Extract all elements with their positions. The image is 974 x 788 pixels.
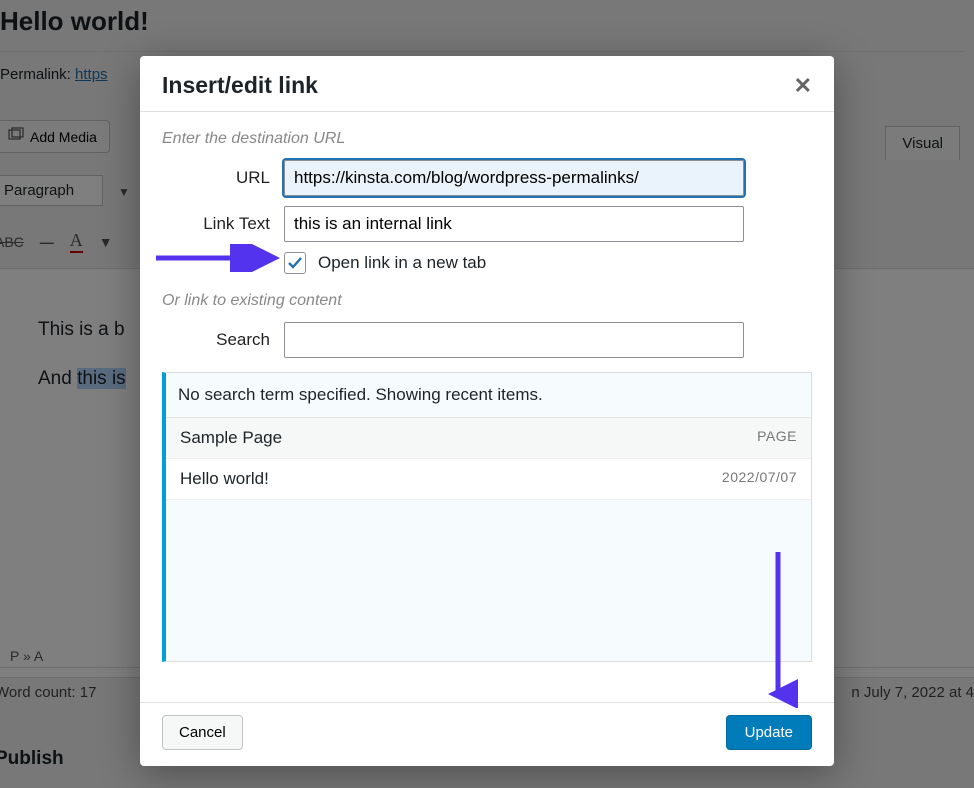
result-meta: PAGE bbox=[757, 428, 797, 448]
modal-title: Insert/edit link bbox=[162, 72, 318, 99]
permalink-url[interactable]: https bbox=[75, 66, 108, 83]
link-text-label: Link Text bbox=[162, 214, 270, 234]
close-icon[interactable]: ✕ bbox=[794, 73, 812, 99]
search-label: Search bbox=[162, 330, 270, 350]
result-title: Hello world! bbox=[180, 469, 269, 489]
add-media-button[interactable]: Add Media bbox=[0, 120, 110, 153]
result-title: Sample Page bbox=[180, 428, 282, 448]
cancel-button[interactable]: Cancel bbox=[162, 715, 243, 750]
results-panel: No search term specified. Showing recent… bbox=[162, 372, 812, 662]
editor-text-line: This is a b bbox=[38, 319, 125, 340]
update-button[interactable]: Update bbox=[726, 715, 812, 750]
text-color-icon[interactable]: A bbox=[70, 230, 83, 253]
new-tab-label: Open link in a new tab bbox=[318, 253, 486, 273]
url-label: URL bbox=[162, 168, 270, 188]
result-meta: 2022/07/07 bbox=[722, 469, 797, 489]
url-input[interactable] bbox=[284, 160, 744, 196]
result-item[interactable]: Hello world! 2022/07/07 bbox=[166, 459, 811, 500]
results-message: No search term specified. Showing recent… bbox=[166, 373, 811, 418]
editor-toolbar-row2: ABC — A ▼ bbox=[0, 230, 113, 253]
editor-tabs: Visual bbox=[885, 126, 960, 160]
last-edited: n July 7, 2022 at 4 bbox=[851, 684, 974, 701]
result-item[interactable]: Sample Page PAGE bbox=[166, 418, 811, 459]
chevron-down-icon: ▼ bbox=[118, 185, 130, 199]
media-icon bbox=[8, 127, 24, 146]
hint-destination: Enter the destination URL bbox=[162, 130, 812, 148]
chevron-down-icon[interactable]: ▼ bbox=[99, 234, 113, 250]
link-text-input[interactable] bbox=[284, 206, 744, 242]
hr-icon[interactable]: — bbox=[40, 234, 54, 250]
insert-link-modal: Insert/edit link ✕ Enter the destination… bbox=[140, 56, 834, 766]
publish-heading: Publish bbox=[0, 748, 64, 770]
tab-visual[interactable]: Visual bbox=[885, 126, 960, 160]
hint-existing: Or link to existing content bbox=[162, 292, 812, 310]
selected-text: this is bbox=[77, 368, 126, 389]
block-format-select[interactable]: Paragraph bbox=[0, 175, 103, 206]
word-count: Word count: 17 bbox=[0, 684, 96, 701]
search-input[interactable] bbox=[284, 322, 744, 358]
strike-icon[interactable]: ABC bbox=[0, 234, 24, 250]
permalink-label: Permalink: bbox=[0, 66, 71, 83]
add-media-label: Add Media bbox=[30, 129, 97, 145]
page-title: Hello world! bbox=[0, 0, 974, 51]
new-tab-checkbox[interactable] bbox=[284, 252, 306, 274]
editor-text-line: And bbox=[38, 368, 77, 389]
